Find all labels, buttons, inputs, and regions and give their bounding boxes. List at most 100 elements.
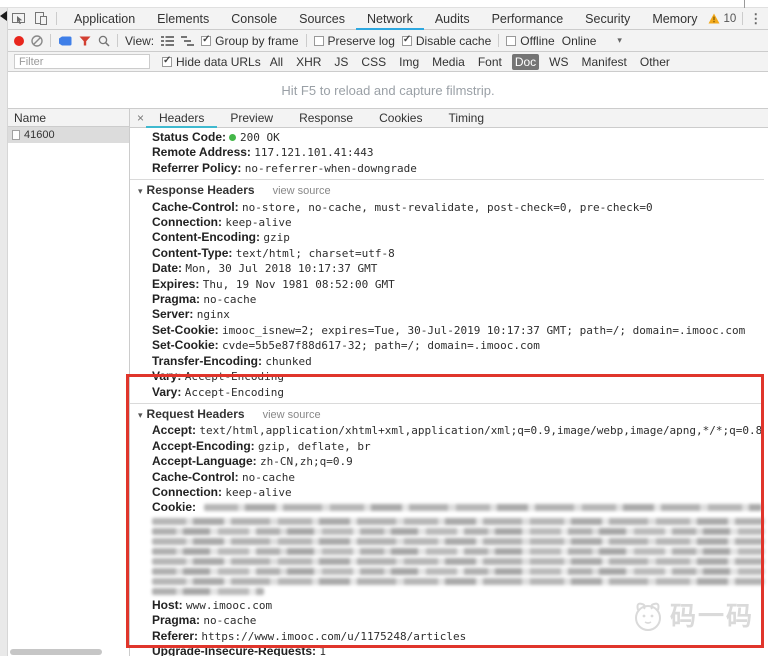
redacted-cookie-line (152, 547, 764, 555)
header-value: nginx (196, 308, 230, 322)
resource-type-filter[interactable]: Other (637, 54, 673, 70)
group-by-frame-checkbox[interactable]: Group by frame (201, 34, 299, 48)
filter-input[interactable] (14, 54, 150, 69)
devtools-tab[interactable]: Sources (288, 8, 356, 30)
browser-left-strip (0, 8, 8, 656)
redacted-cookie-line (152, 567, 764, 575)
record-button[interactable] (14, 35, 24, 46)
request-header-line: Accept-Encoding: gzip, deflate, br (130, 439, 764, 454)
details-tab[interactable]: Timing (435, 109, 497, 128)
name-column-header[interactable]: Name (8, 109, 129, 127)
request-headers-title: Request Headers (146, 406, 245, 421)
devtools-tab[interactable]: Console (220, 8, 288, 30)
network-filterbar: Hide data URLs All XHR JS CSS Img Media … (8, 52, 768, 72)
details-tabs: Headers Preview Response Cookies Timing (146, 109, 497, 128)
devtools-tab[interactable]: Application (63, 8, 146, 30)
warning-count: 10 (723, 12, 737, 25)
network-main: Name 41600 × Headers Preview Response Co… (8, 109, 768, 656)
header-value: 1 (319, 644, 327, 656)
details-tab[interactable]: Response (286, 109, 366, 128)
devtools-tab[interactable]: Memory (641, 8, 708, 30)
throttling-select[interactable]: Online (562, 34, 597, 48)
offline-checkbox[interactable]: Offline (506, 34, 555, 48)
devtools-tab[interactable]: Network (356, 8, 424, 30)
response-header-line: Set-Cookie: cvde=5b5e87f88d617-32; path=… (130, 338, 764, 353)
details-tab[interactable]: Headers (146, 109, 217, 128)
view-source-link[interactable]: view source (273, 185, 331, 197)
devtools-tab[interactable]: Elements (146, 8, 220, 30)
remote-address-line: Remote Address: 117.121.101.41:443 (130, 145, 764, 160)
resource-type-filter[interactable]: XHR (293, 54, 324, 70)
response-headers-section-title[interactable]: ▾ Response Headers view source (130, 179, 764, 199)
chevron-down-icon[interactable]: ▾ (617, 35, 622, 46)
resource-type-filter[interactable]: JS (331, 54, 351, 70)
resource-type-filter[interactable]: WS (546, 54, 571, 70)
view-source-link[interactable]: view source (263, 409, 321, 421)
header-name: Content-Encoding: (152, 230, 260, 245)
cookie-header-redacted: Cookie: (130, 500, 764, 595)
redacted-cookie-line (152, 517, 764, 525)
header-name: Date: (152, 261, 183, 276)
filter-funnel-icon[interactable] (79, 36, 91, 46)
devtools-tab[interactable]: Audits (424, 8, 481, 30)
header-value: no-cache (242, 470, 295, 484)
header-value: www.imooc.com (186, 598, 273, 612)
resource-type-filter[interactable]: Media (429, 54, 468, 70)
devtools-tab[interactable]: Performance (481, 8, 575, 30)
request-header-line: Accept-Language: zh-CN,zh;q=0.9 (130, 454, 764, 469)
resource-type-filter[interactable]: All (267, 54, 286, 70)
response-header-line: Transfer-Encoding: chunked (130, 354, 764, 369)
search-icon[interactable] (98, 35, 110, 47)
redacted-cookie-line (152, 557, 764, 565)
request-headers-section-title[interactable]: ▾ Request Headers view source (130, 402, 764, 423)
devtools-tab[interactable]: Security (574, 8, 641, 30)
device-toolbar-icon[interactable] (34, 12, 48, 25)
separator (50, 34, 51, 47)
response-header-line: Expires: Thu, 19 Nov 1981 08:52:00 GMT (130, 277, 764, 292)
header-value: text/html; charset=utf-8 (235, 246, 395, 260)
redacted-cookie-lines (152, 517, 764, 595)
requests-list-panel: Name 41600 (8, 109, 130, 656)
inspect-element-icon[interactable] (12, 12, 26, 25)
clear-button[interactable] (31, 34, 43, 47)
resource-type-filter[interactable]: Img (396, 54, 422, 70)
resource-type-filter[interactable]: CSS (358, 54, 389, 70)
redacted-cookie-line (152, 537, 764, 545)
request-details-pane: × Headers Preview Response Cookies Timin… (130, 109, 768, 656)
header-name: Pragma: (152, 292, 201, 307)
preserve-log-checkbox[interactable]: Preserve log (313, 34, 395, 48)
use-large-rows-icon[interactable] (161, 35, 175, 46)
close-icon[interactable]: × (137, 111, 144, 125)
disclosure-triangle-icon[interactable]: ▾ (138, 410, 143, 420)
horizontal-scrollbar[interactable] (10, 649, 102, 655)
request-headers-list-top: Accept: text/html,application/xhtml+xml,… (130, 423, 764, 500)
response-headers-title: Response Headers (146, 183, 255, 198)
devtools-menu-icon[interactable]: ⋮ (749, 11, 762, 27)
remote-address-value: 117.121.101.41:443 (254, 146, 374, 160)
resource-type-filter[interactable]: Manifest (579, 54, 630, 70)
resource-type-filter[interactable]: Font (475, 54, 505, 70)
headers-content: Status Code: 200 OK Remote Address: 117.1… (130, 128, 768, 656)
checkbox-icon (313, 35, 324, 46)
resource-type-filter[interactable]: Doc (511, 53, 540, 70)
document-icon (12, 130, 20, 140)
hide-data-urls-checkbox[interactable]: Hide data URLs (162, 55, 261, 69)
cookie-label: Cookie: (152, 500, 197, 515)
response-header-line: Connection: keep-alive (130, 215, 764, 230)
header-value: gzip (263, 231, 290, 245)
warning-icon (708, 13, 720, 24)
status-code-label: Status Code: (152, 130, 227, 144)
request-row[interactable]: 41600 (8, 127, 129, 143)
capture-screenshots-icon[interactable] (58, 36, 72, 46)
details-tab[interactable]: Preview (217, 109, 286, 128)
redacted-cookie-line (204, 504, 762, 512)
status-code-line: Status Code: 200 OK (130, 130, 764, 145)
details-tab[interactable]: Cookies (366, 109, 435, 128)
header-name: Server: (152, 307, 194, 322)
waterfall-icon[interactable] (181, 35, 195, 46)
filmstrip-hint-text: Hit F5 to reload and capture filmstrip. (281, 82, 495, 98)
console-warning-counter[interactable]: 10 (708, 13, 736, 25)
disable-cache-checkbox[interactable]: Disable cache (401, 34, 491, 48)
disclosure-triangle-icon[interactable]: ▾ (138, 186, 143, 196)
header-value: Thu, 19 Nov 1981 08:52:00 GMT (202, 277, 395, 291)
